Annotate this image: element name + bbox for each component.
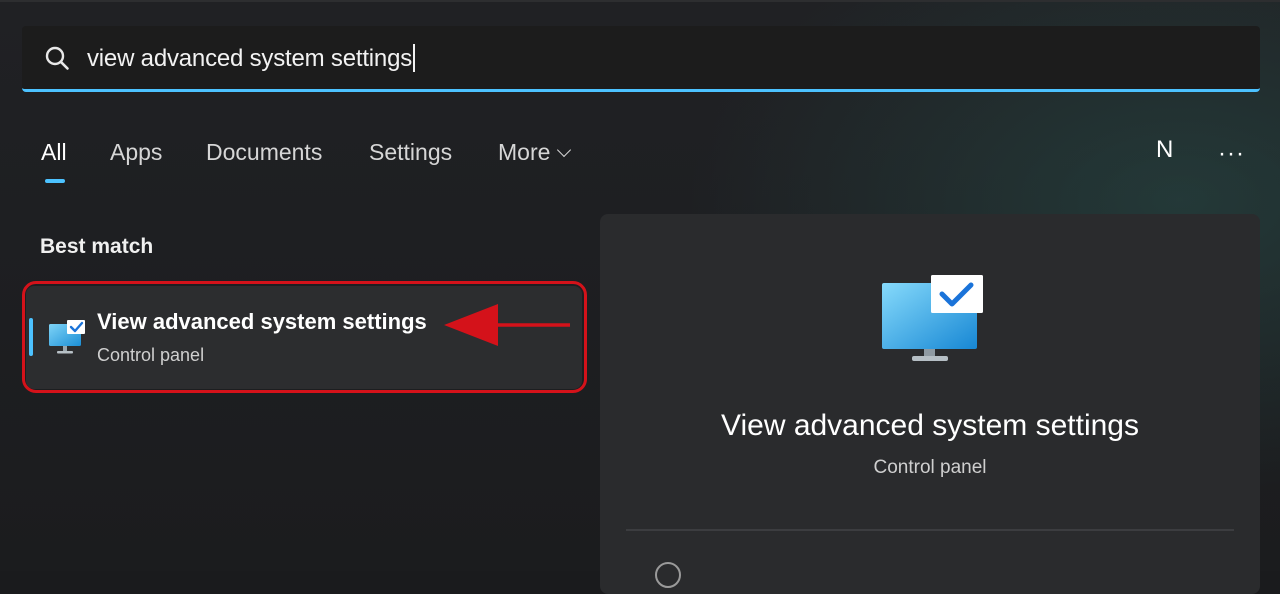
tab-more-label: More [498,139,551,165]
search-icon [45,46,69,70]
chevron-down-icon [557,142,572,158]
best-match-heading: Best match [40,235,154,258]
search-query: view advanced system settings [87,45,413,72]
preview-subtitle: Control panel [873,457,987,478]
tab-active-indicator [45,179,65,183]
preview-pane [600,214,1260,594]
tab-all[interactable]: All [41,139,67,166]
tab-settings[interactable]: Settings [369,139,452,166]
monitor-checkmark-icon [882,275,983,361]
account-avatar[interactable]: N [1156,136,1173,164]
search-input[interactable]: view advanced system settings [87,44,416,73]
text-caret [413,44,416,72]
preview-divider [626,529,1234,531]
annotation-arrow-icon [444,304,570,346]
tab-documents[interactable]: Documents [206,139,322,166]
tab-more[interactable]: More [498,139,572,166]
more-options-icon[interactable]: ··· [1218,140,1245,168]
tab-apps[interactable]: Apps [110,139,162,166]
open-action-icon[interactable] [655,562,681,588]
preview-title: View advanced system settings [721,409,1139,442]
